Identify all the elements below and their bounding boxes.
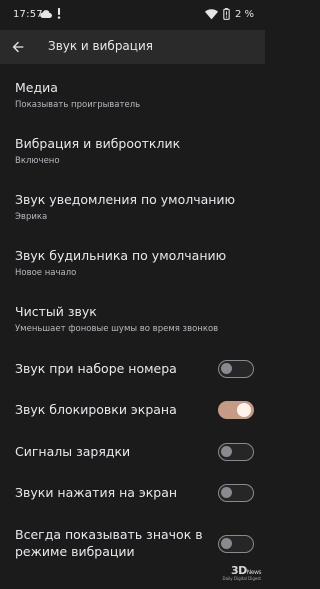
setting-charging-sounds[interactable]: Сигналы зарядки (0, 443, 265, 461)
touch-sounds-toggle[interactable] (218, 484, 254, 502)
setting-title: Звуки нажатия на экран (15, 485, 178, 500)
watermark-tagline: Daily Digital Digest (222, 576, 261, 581)
page-title: Звук и вибрация (48, 39, 153, 53)
arrow-left-icon[interactable] (10, 39, 26, 55)
battery-percentage: 2 % (234, 8, 254, 20)
setting-title: Звук при наборе номера (15, 361, 177, 376)
setting-vibration[interactable]: Вибрация и виброотклик Включено (0, 136, 265, 172)
setting-title: Сигналы зарядки (15, 444, 131, 459)
setting-notification-sound[interactable]: Звук уведомления по умолчанию Эврика (0, 192, 265, 228)
wifi-icon (204, 8, 218, 19)
setting-subtitle: Эврика (15, 212, 48, 222)
battery-icon (223, 8, 230, 20)
setting-touch-sounds[interactable]: Звуки нажатия на экран (0, 484, 265, 502)
toggle-knob (221, 487, 232, 498)
cloud-icon (40, 9, 52, 18)
setting-alarm-sound[interactable]: Звук будильника по умолчанию Новое начал… (0, 248, 265, 284)
setting-title: Вибрация и виброотклик (15, 136, 181, 151)
status-right-icons: 2 % (204, 8, 254, 20)
setting-title: Звук блокировки экрана (15, 402, 177, 417)
setting-title: Чистый звук (15, 304, 97, 319)
setting-dial-pad-sound[interactable]: Звук при наборе номера (0, 360, 265, 378)
setting-title-line1: Всегда показывать значок в (15, 527, 203, 542)
setting-subtitle: Показывать проигрыватель (15, 100, 141, 110)
status-bar: 17:57 2 % (0, 0, 265, 30)
watermark-logo: 3DNews Daily Digital Digest (211, 564, 262, 581)
dial-pad-sound-toggle[interactable] (218, 360, 254, 378)
setting-subtitle: Включено (15, 156, 60, 166)
setting-clear-sound[interactable]: Чистый звук Уменьшает фоновые шумы во вр… (0, 304, 265, 340)
lock-screen-sound-toggle[interactable] (218, 401, 254, 419)
status-left-icons (40, 8, 62, 19)
setting-title: Звук будильника по умолчанию (15, 248, 227, 263)
setting-subtitle: Уменьшает фоновые шумы во время звонков (15, 324, 219, 334)
setting-title: Звук уведомления по умолчанию (15, 192, 236, 207)
setting-subtitle: Новое начало (15, 268, 77, 278)
exclamation-icon (57, 8, 61, 19)
setting-lock-screen-sound[interactable]: Звук блокировки экрана (0, 401, 265, 419)
charging-sounds-toggle[interactable] (218, 443, 254, 461)
toggle-knob (221, 538, 232, 549)
toggle-knob (237, 403, 251, 417)
vibrate-icon-toggle[interactable] (218, 535, 254, 553)
app-header: Звук и вибрация (0, 30, 265, 64)
status-time: 17:57 (13, 9, 43, 20)
setting-media[interactable]: Медиа Показывать проигрыватель (0, 80, 265, 116)
toggle-knob (221, 446, 232, 457)
setting-title-line2: режиме вибрации (15, 544, 135, 559)
setting-vibrate-icon[interactable]: Всегда показывать значок в режиме вибрац… (0, 527, 265, 563)
setting-title: Медиа (15, 80, 58, 95)
toggle-knob (221, 363, 232, 374)
watermark-brand-suffix: News (246, 569, 262, 576)
